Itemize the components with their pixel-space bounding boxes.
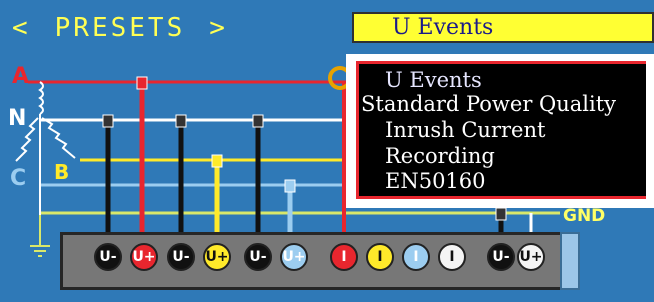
coil-b	[41, 117, 76, 159]
menu-item-en50160[interactable]: EN50160	[385, 168, 486, 194]
phase-a-label: A	[12, 64, 30, 89]
phase-b-label: B	[54, 160, 70, 184]
phase-c-label: C	[10, 166, 27, 191]
gnd-label: GND	[563, 206, 606, 226]
presets-title: PRESETS	[54, 13, 186, 43]
input-jack-uminus: U-	[167, 243, 195, 271]
input-jack-i: I	[366, 243, 394, 271]
clip-icon	[495, 207, 507, 221]
input-jack-uplus: U+	[203, 243, 231, 271]
presets-nav: < PRESETS >	[6, 8, 234, 48]
input-jack-uplus: U+	[280, 243, 308, 271]
input-jack-uplus: U+	[517, 243, 545, 271]
input-jack-uminus: U-	[94, 243, 122, 271]
phase-n-label: N	[8, 106, 27, 131]
input-jack-i: I	[438, 243, 466, 271]
clip-icon	[211, 154, 223, 168]
input-jack-uplus: U+	[130, 243, 158, 271]
clip-icon	[284, 179, 296, 193]
preset-menu: U Events Standard Power Quality Inrush C…	[356, 61, 646, 199]
meter-right-end	[560, 232, 580, 290]
menu-item-standard-power-quality[interactable]: Standard Power Quality	[361, 91, 616, 117]
next-preset-arrow[interactable]: >	[203, 13, 234, 43]
input-jack-uminus: U-	[487, 243, 515, 271]
clip-icon	[102, 114, 114, 128]
menu-item-u-events[interactable]: U Events	[385, 67, 482, 93]
input-jack-i: I	[402, 243, 430, 271]
prev-preset-arrow[interactable]: <	[6, 13, 37, 43]
menu-item-inrush-current[interactable]: Inrush Current	[385, 117, 545, 143]
menu-item-recording[interactable]: Recording	[385, 143, 495, 169]
preset-select[interactable]: U Events	[352, 12, 654, 43]
input-jack-uminus: U-	[244, 243, 272, 271]
connection-diagram-screen: A N C B GND < PRESETS > U Events U Event…	[0, 0, 654, 302]
input-jack-i: I	[330, 243, 358, 271]
clip-icon	[252, 114, 264, 128]
coil-a	[38, 81, 44, 115]
clip-icon	[136, 76, 148, 90]
clip-icon	[175, 114, 187, 128]
preset-dropdown: U Events Standard Power Quality Inrush C…	[346, 54, 654, 208]
